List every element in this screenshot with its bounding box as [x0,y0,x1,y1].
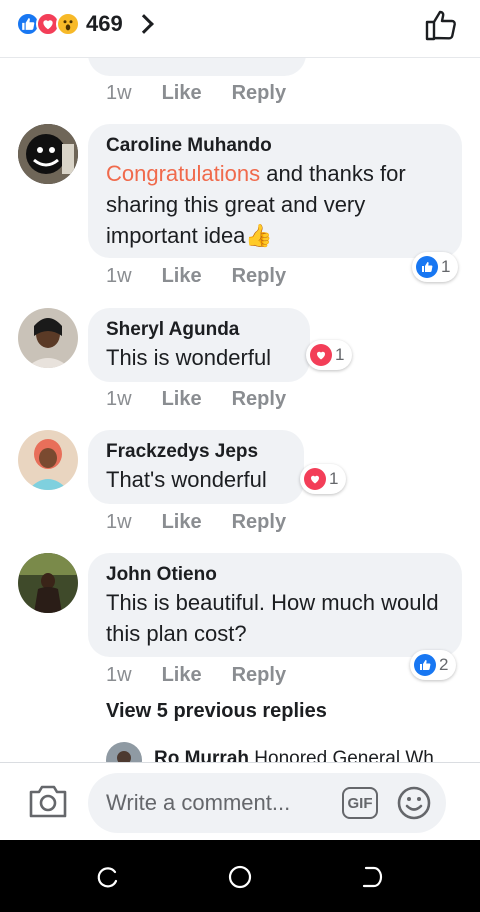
comment-actions: 1w Like Reply [106,664,286,687]
thumbs-up-icon[interactable] [424,8,458,42]
avatar[interactable] [18,430,78,490]
comment-author[interactable]: John Otieno [106,563,444,587]
reaction-count: 1 [329,469,339,488]
reaction-count: 1 [335,345,345,364]
comment-reaction-badge[interactable]: 2 [410,650,457,680]
comment-text: Congratulations and thanks for sharing t… [106,161,406,248]
like-link[interactable]: Like [162,388,202,411]
comment-actions: 1w Like Reply [106,82,286,105]
highlighted-word[interactable]: Congratulations [106,161,260,186]
comment-author[interactable]: Sheryl Agunda [106,318,292,342]
home-icon[interactable] [227,864,253,890]
comment-input[interactable] [106,773,336,833]
comment-bubble: Frackzedys Jeps That's wonderful [88,430,304,504]
comment-bubble [88,58,306,76]
reply-link[interactable]: Reply [232,82,286,105]
reply-preview-text: Ro Murrah Honored General Wh [154,748,434,762]
reactions-header: 469 [0,0,480,58]
avatar[interactable] [18,553,78,613]
comment-reaction-badge[interactable]: 1 [306,340,353,370]
comment-time: 1w [106,82,132,104]
reply-link[interactable]: Reply [232,511,286,534]
comment-text: This is wonderful [106,345,272,370]
comment-reaction-badge[interactable]: 1 [412,252,459,282]
wow-icon [56,12,80,36]
reaction-count: 469 [86,11,123,36]
comment-actions: 1w Like Reply [106,388,286,411]
camera-icon[interactable] [28,783,68,819]
like-link[interactable]: Like [162,664,202,687]
avatar[interactable] [18,308,78,368]
comment-text: This is beautiful. How much would this p… [106,590,439,646]
reply-author[interactable]: Ro Murrah [154,748,249,762]
comment-bubble: John Otieno This is beautiful. How much … [88,553,462,657]
thumbs-up-emoji: 👍 [245,223,273,248]
comment-author[interactable]: Frackzedys Jeps [106,440,286,464]
like-link[interactable]: Like [162,265,202,288]
system-navigation-bar [0,840,480,912]
back-icon[interactable] [359,864,385,890]
reaction-count: 2 [439,655,449,674]
view-previous-replies-link[interactable]: View 5 previous replies [106,700,327,723]
comment-text: That's wonderful [106,467,267,492]
comment-actions: 1w Like Reply [106,265,286,288]
chevron-right-icon [133,14,154,34]
comment-composer: GIF [0,762,480,840]
reply-link[interactable]: Reply [232,664,286,687]
comment-time: 1w [106,265,132,287]
love-icon [310,344,332,366]
comment-time: 1w [106,664,132,686]
reactions-summary[interactable]: 469 [16,10,154,38]
comment-time: 1w [106,388,132,410]
emoji-icon[interactable] [396,785,432,821]
reply-link[interactable]: Reply [232,388,286,411]
like-link[interactable]: Like [162,511,202,534]
comment-bubble: Caroline Muhando Congratulations and tha… [88,124,462,258]
comment-feed[interactable]: 1w Like Reply Caroline Muhando Congratul… [0,58,480,762]
comment-bubble: Sheryl Agunda This is wonderful [88,308,310,382]
love-icon [304,468,326,490]
recent-apps-icon[interactable] [95,864,121,890]
reply-item: Ro Murrah Honored General Wh [106,742,466,762]
avatar[interactable] [106,742,142,762]
like-link[interactable]: Like [162,82,202,105]
reaction-count: 1 [441,257,451,276]
reply-link[interactable]: Reply [232,265,286,288]
comment-time: 1w [106,511,132,533]
avatar[interactable] [18,124,78,184]
gif-button[interactable]: GIF [342,787,378,819]
comment-actions: 1w Like Reply [106,511,286,534]
comment-author[interactable]: Caroline Muhando [106,134,444,158]
comment-input-container: GIF [88,773,446,833]
like-icon [414,654,436,676]
like-icon [416,256,438,278]
comment-reaction-badge[interactable]: 1 [300,464,347,494]
